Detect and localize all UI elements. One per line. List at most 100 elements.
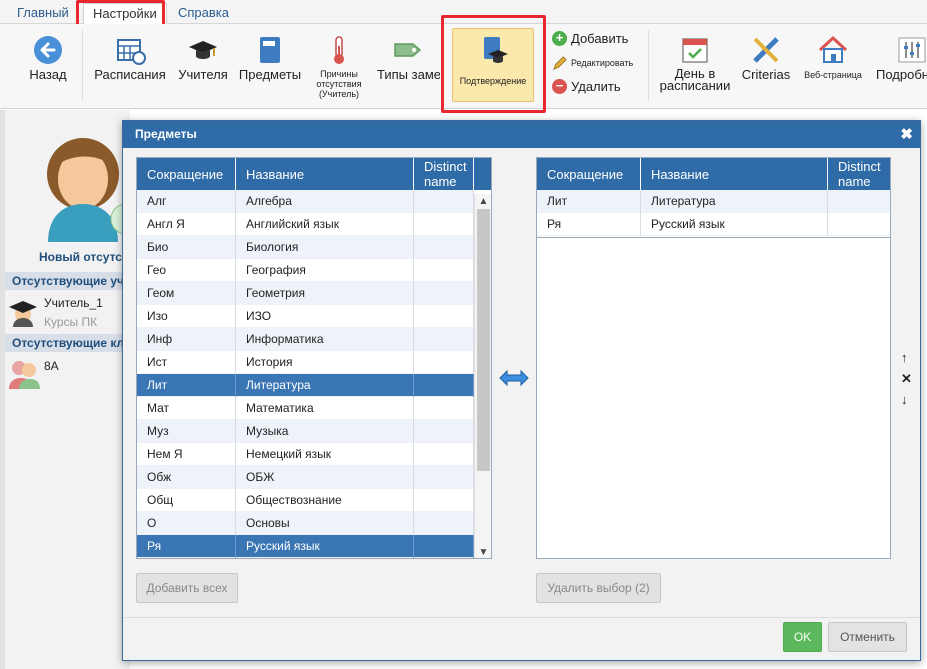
delete-label: Удалить [571,79,621,94]
cell-distinct [414,512,474,535]
graduation-cap-icon [189,41,217,59]
left-grid-scrollbar[interactable]: ▲ ▼ [474,194,491,558]
thermometer-icon [334,36,344,64]
table-row[interactable]: Ря Русский язык [137,535,474,558]
absent-teachers-header: Отсутствующие учи [5,272,123,290]
background-strip [0,110,5,669]
cell-abbr: Геом [137,282,236,305]
details-label: Подробно [876,67,927,82]
tab-help[interactable]: Справка [169,3,238,25]
table-row[interactable]: Нем Я Немецкий язык [137,443,474,466]
table-row[interactable]: Инф Информатика [137,328,474,351]
scroll-down-icon[interactable]: ▼ [475,546,491,558]
transfer-arrows-icon[interactable] [498,369,530,387]
cell-abbr: Инф [137,328,236,351]
table-row[interactable]: Изо ИЗО [137,305,474,328]
dialog-title: Предметы [135,127,197,141]
cell-abbr: Обж [137,466,236,489]
table-row[interactable]: Обж ОБЖ [137,466,474,489]
cell-distinct [414,420,474,443]
table-row[interactable]: Англ Я Английский язык [137,213,474,236]
column-abbr[interactable]: Сокращение [537,158,641,190]
scroll-thumb[interactable] [477,209,490,471]
back-label: Назад [29,67,67,82]
web-page-button[interactable]: Веб-страница [800,24,866,104]
move-down-icon[interactable]: ↓ [901,392,908,407]
cell-name: Немецкий язык [236,443,414,466]
table-row[interactable]: Лит Литература [137,374,474,397]
remove-icon[interactable]: ✕ [901,371,912,387]
table-row[interactable]: Алг Алгебра [137,190,474,213]
cell-abbr: О [137,512,236,535]
table-row[interactable]: О Основы [137,512,474,535]
cell-abbr: Изо [137,305,236,328]
cell-abbr: Ря [137,535,236,558]
cell-distinct [414,535,474,558]
cell-distinct [414,190,474,213]
cell-name: Английский язык [236,213,414,236]
cell-name: География [236,259,414,282]
ribbon-separator [648,30,649,100]
schedules-label: Расписания [94,67,166,82]
tag-icon [394,43,422,57]
cell-name: Геометрия [236,282,414,305]
table-row[interactable]: Био Биология [137,236,474,259]
table-row[interactable]: Гео География [137,259,474,282]
add-all-button[interactable]: Добавить всех [136,573,238,603]
tab-main[interactable]: Главный [8,3,78,25]
cell-abbr: Мат [137,397,236,420]
cell-distinct [414,466,474,489]
subjects-button[interactable]: Предметы [236,24,304,104]
ok-button[interactable]: OK [783,622,822,652]
remove-selected-button[interactable]: Удалить выбор (2) [536,573,661,603]
ruler-pencil-icon [753,37,779,63]
ribbon-separator [82,30,83,100]
teachers-button[interactable]: Учителя [176,24,230,104]
cell-abbr: Муз [137,420,236,443]
substitution-types-button[interactable]: Типы замен [374,24,440,104]
calendar-clock-icon [117,39,146,65]
cell-distinct [414,374,474,397]
table-row[interactable]: Геом Геометрия [137,282,474,305]
cell-distinct [414,489,474,512]
day-in-schedule-button[interactable]: День в расписании [657,24,733,104]
column-name[interactable]: Название [236,158,414,190]
cell-distinct [414,282,474,305]
absent-teacher-name[interactable]: Учитель_1 [44,296,103,310]
new-absent-label: Новый отсутст [39,250,128,264]
criterias-label: Criterias [741,67,791,82]
close-icon[interactable]: ✖ [900,121,913,148]
column-distinct[interactable]: Distinct name [828,158,890,190]
column-name[interactable]: Название [641,158,828,190]
sliders-icon [898,37,926,63]
table-row[interactable]: Муз Музыка [137,420,474,443]
table-row[interactable]: Общ Обществознание [137,489,474,512]
column-abbr[interactable]: Сокращение [137,158,236,190]
house-icon [818,35,848,63]
column-distinct[interactable]: Distinct name [414,158,474,190]
table-row[interactable]: Мат Математика [137,397,474,420]
table-row[interactable]: Лит Литература [537,190,890,213]
students-group-icon [9,361,40,389]
cell-name: Алгебра [236,190,414,213]
table-row[interactable]: Ря Русский язык [537,213,890,236]
table-row[interactable]: Ист История [137,351,474,374]
cancel-button[interactable]: Отменить [828,622,907,652]
details-button[interactable]: Подробно [872,24,927,104]
selected-subjects-grid: Сокращение Название Distinct name Лит Лит… [536,157,891,559]
web-page-label: Веб-страница [804,70,862,80]
schedules-button[interactable]: Расписания [94,24,166,104]
move-up-icon[interactable]: ↑ [901,350,908,365]
cell-abbr: Общ [137,489,236,512]
absence-reasons-button[interactable]: Причины отсутствия (Учитель) [310,24,368,104]
back-arrow-icon [34,36,62,64]
cell-name: Информатика [236,328,414,351]
absent-class-name[interactable]: 8А [44,359,59,373]
criterias-button[interactable]: Criterias [740,24,792,104]
scroll-up-icon[interactable]: ▲ [475,195,491,208]
right-grid-divider [537,237,890,238]
cell-distinct [828,213,890,236]
substitution-types-label: Типы замен [377,67,440,82]
confirmation-highlight [441,15,546,113]
back-button[interactable]: Назад [20,24,76,104]
